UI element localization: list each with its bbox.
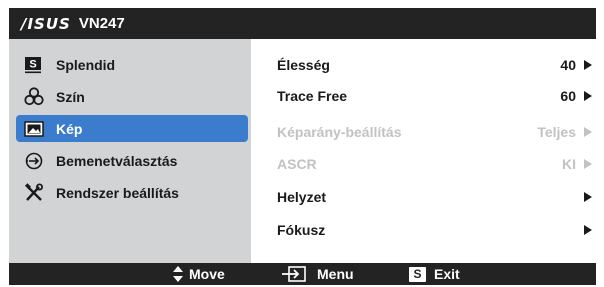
- arrow-right-icon: [584, 127, 592, 137]
- splendid-s-icon: S: [24, 55, 50, 75]
- color-circles-icon: [24, 87, 50, 107]
- s-key-icon: S: [409, 266, 426, 282]
- sidebar-item-label: Splendid: [56, 56, 116, 73]
- title-bar: /ISUS VN247: [9, 8, 596, 39]
- setting-row-position[interactable]: Helyzet: [277, 186, 592, 208]
- asus-logo: /ISUS: [21, 14, 71, 33]
- osd-window: /ISUS VN247 S Splendid Szín Kép Bemenetv…: [9, 8, 596, 285]
- input-select-icon: [24, 151, 50, 171]
- bottom-key-bar: Move Menu S Exit: [9, 263, 596, 285]
- arrow-right-icon: [584, 192, 592, 202]
- sidebar-item-system-setup[interactable]: Rendszer beállítás: [16, 179, 248, 206]
- sidebar-item-input-select[interactable]: Bemenetválasztás: [16, 147, 248, 174]
- arrow-right-icon: [584, 225, 592, 235]
- sidebar-menu: S Splendid Szín Kép Bemenetválasztás Ren…: [9, 39, 251, 263]
- setting-row-aspect-control: Képarány-beállítás Teljes: [277, 121, 592, 143]
- sidebar-item-label: Kép: [56, 120, 83, 137]
- arrow-right-icon: [584, 91, 592, 101]
- setting-value: Teljes: [537, 124, 576, 140]
- tools-icon: [24, 182, 50, 203]
- sidebar-item-splendid[interactable]: S Splendid: [16, 51, 248, 78]
- setting-label: Helyzet: [277, 189, 327, 205]
- menu-hint: Menu: [281, 263, 354, 285]
- move-label: Move: [189, 266, 225, 282]
- setting-value: KI: [562, 156, 576, 172]
- setting-row-sharpness[interactable]: Élesség 40: [277, 54, 592, 76]
- setting-value: 60: [560, 88, 576, 104]
- exit-label: Exit: [434, 266, 460, 282]
- setting-label: Élesség: [277, 57, 330, 73]
- svg-text:S: S: [29, 58, 36, 70]
- arrow-right-icon: [584, 159, 592, 169]
- sidebar-item-label: Szín: [56, 88, 85, 105]
- setting-label: Fókusz: [277, 222, 326, 238]
- setting-row-trace-free[interactable]: Trace Free 60: [277, 85, 592, 107]
- arrow-right-icon: [584, 60, 592, 70]
- settings-panel: Élesség 40 Trace Free 60 Képarány-beállí…: [257, 39, 596, 263]
- move-hint: Move: [173, 263, 225, 285]
- up-down-arrows-icon: [173, 266, 183, 282]
- setting-label: Képarány-beállítás: [277, 124, 402, 140]
- setting-label: ASCR: [277, 156, 317, 172]
- sidebar-item-color[interactable]: Szín: [16, 83, 248, 110]
- exit-hint: S Exit: [409, 263, 460, 285]
- menu-label: Menu: [317, 266, 354, 282]
- setting-row-ascr: ASCR KI: [277, 153, 592, 175]
- enter-icon: [281, 266, 307, 282]
- sidebar-item-picture[interactable]: Kép: [16, 115, 248, 142]
- setting-label: Trace Free: [277, 88, 348, 104]
- setting-value: 40: [560, 57, 576, 73]
- picture-icon: [24, 119, 50, 139]
- sidebar-item-label: Rendszer beállítás: [56, 184, 179, 201]
- sidebar-item-label: Bemenetválasztás: [56, 152, 178, 169]
- model-name: VN247: [78, 15, 125, 32]
- setting-row-focus[interactable]: Fókusz: [277, 219, 592, 241]
